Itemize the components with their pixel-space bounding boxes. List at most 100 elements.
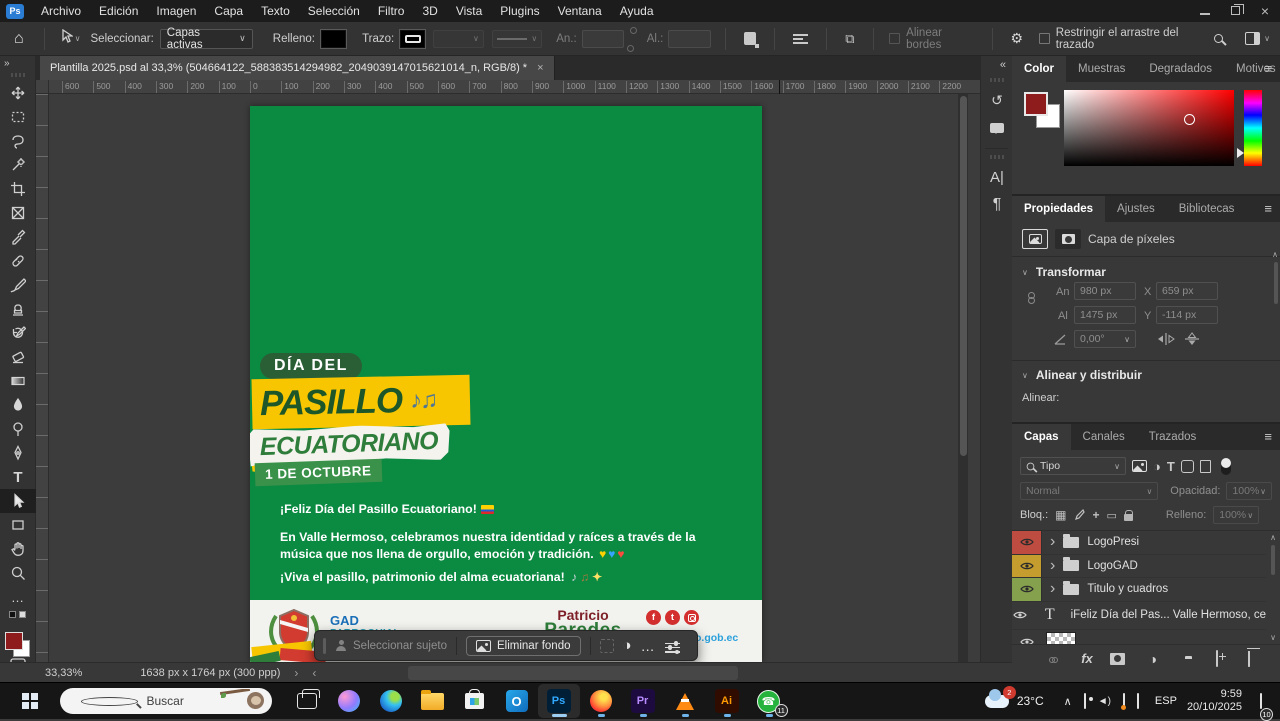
menu-3d[interactable]: 3D — [413, 4, 446, 18]
microsoft-store-button[interactable] — [454, 684, 496, 718]
tray-app-icon[interactable] — [1123, 694, 1125, 708]
copilot-button[interactable] — [328, 684, 370, 718]
quick-selection-tool[interactable] — [0, 153, 36, 177]
toolbar-grip[interactable] — [11, 73, 25, 77]
gear-icon[interactable]: ⚙ — [1011, 30, 1024, 47]
layer-thumbnail[interactable] — [1046, 632, 1076, 644]
taskbar-drag-handle[interactable] — [323, 638, 326, 654]
foreground-color-swatch[interactable] — [5, 632, 31, 658]
default-swap-colors[interactable] — [0, 611, 35, 618]
restore-icon[interactable] — [1220, 4, 1250, 18]
ruler-corner[interactable] — [36, 80, 49, 94]
height-value[interactable]: 1475 px — [1074, 306, 1136, 324]
poster-document[interactable]: DÍA DEL PASILLO ♪♫ ECUATORIANO 1 DE OCTU… — [250, 106, 762, 662]
toolbar-expand-icon[interactable]: » — [0, 56, 35, 69]
new-layer-icon[interactable] — [1206, 651, 1228, 666]
lock-transparency-icon[interactable]: ▦ — [1055, 508, 1066, 522]
eraser-tool[interactable] — [0, 345, 36, 369]
status-arrow-right-icon[interactable]: › — [294, 666, 298, 680]
pen-tool[interactable] — [0, 441, 36, 465]
paragraph-panel-icon[interactable]: ¶ — [981, 191, 1013, 219]
tray-camera-icon[interactable] — [1084, 694, 1086, 708]
weather-icon[interactable]: 2 — [985, 695, 1009, 708]
tab-ajustes[interactable]: Ajustes — [1105, 196, 1167, 222]
blend-mode-dropdown[interactable]: Normal ∨ — [1020, 482, 1158, 500]
layer-effects-icon[interactable]: fx — [1076, 651, 1098, 666]
layer-name[interactable]: iFeliz Día del Pas... Valle Hermoso, ce — [1071, 609, 1266, 621]
history-brush-tool[interactable] — [0, 321, 36, 345]
select-subject-button[interactable]: Seleccionar sujeto — [335, 640, 447, 652]
expand-panels-icon[interactable]: « — [981, 56, 1012, 74]
mask-properties-icon[interactable] — [1055, 229, 1081, 249]
tool-preset-caret-icon[interactable]: ∨ — [75, 34, 81, 43]
color-picker-ring[interactable] — [1184, 114, 1195, 125]
lock-paint-icon[interactable] — [1073, 509, 1085, 521]
delete-layer-icon[interactable] — [1238, 651, 1260, 666]
premiere-button[interactable]: Pr — [622, 684, 664, 718]
expand-group-icon[interactable]: › — [1050, 533, 1055, 551]
network-icon[interactable] — [1137, 694, 1139, 708]
tab-bibliotecas[interactable]: Bibliotecas — [1167, 196, 1247, 222]
tab-degradados[interactable]: Degradados — [1137, 56, 1224, 82]
comments-panel-icon[interactable] — [981, 114, 1013, 142]
shape-options-icon[interactable] — [744, 32, 757, 45]
path-selection-tool[interactable] — [0, 489, 36, 513]
properties-scrollbar[interactable] — [1274, 262, 1278, 304]
tab-close-icon[interactable]: × — [537, 62, 543, 74]
temperature[interactable]: 23°C — [1017, 694, 1044, 708]
menu-texto[interactable]: Texto — [252, 4, 299, 18]
hand-tool[interactable] — [0, 537, 36, 561]
layer-row-logopresi[interactable]: › LogoPresi — [1012, 531, 1266, 555]
expand-group-icon[interactable]: › — [1050, 557, 1055, 575]
scroll-up-icon[interactable]: ∧ — [1272, 250, 1278, 259]
layer-row-partial[interactable] — [1012, 630, 1266, 645]
lock-all-icon[interactable] — [1124, 514, 1133, 521]
menu-filtro[interactable]: Filtro — [369, 4, 414, 18]
layers-scrollbar-thumb[interactable] — [1271, 545, 1275, 575]
workspace-caret-icon[interactable]: ∨ — [1264, 34, 1270, 43]
eyedropper-tool[interactable] — [0, 225, 36, 249]
tab-canales[interactable]: Canales — [1071, 424, 1137, 450]
visibility-eye-icon[interactable] — [1012, 531, 1042, 554]
layer-name[interactable]: LogoPresi — [1087, 536, 1139, 548]
layer-row-titulo[interactable]: › Titulo y cuadros — [1012, 578, 1266, 602]
frame-tool[interactable] — [0, 201, 36, 225]
notifications-icon[interactable]: 10 — [1260, 694, 1262, 708]
horizontal-scrollbar-thumb[interactable] — [408, 666, 738, 680]
layer-row-text[interactable]: T iFeliz Día del Pas... Valle Hermoso, c… — [1012, 602, 1266, 630]
properties-sliders-icon[interactable] — [665, 639, 680, 652]
clone-stamp-tool[interactable] — [0, 297, 36, 321]
stroke-swatch[interactable] — [400, 30, 425, 48]
vertical-scrollbar[interactable] — [958, 94, 968, 662]
layers-scroll-down-icon[interactable]: ∨ — [1270, 633, 1276, 642]
height-input[interactable] — [668, 30, 710, 48]
move-tool[interactable] — [0, 81, 36, 105]
outlook-button[interactable]: O — [496, 684, 538, 718]
hue-slider[interactable] — [1244, 90, 1262, 166]
filter-adjustment-layers-icon[interactable]: ◑ — [1153, 459, 1161, 474]
crop-tool[interactable] — [0, 177, 36, 201]
marquee-tool[interactable] — [0, 105, 36, 129]
tab-muestras[interactable]: Muestras — [1066, 56, 1137, 82]
layer-name[interactable]: LogoGAD — [1087, 560, 1138, 572]
dodge-tool[interactable] — [0, 417, 36, 441]
type-tool[interactable]: T — [0, 465, 36, 489]
y-value[interactable]: -114 px — [1156, 306, 1218, 324]
edge-button[interactable] — [370, 684, 412, 718]
menu-vista[interactable]: Vista — [447, 4, 491, 18]
arrange-icon[interactable]: ⧉ — [845, 31, 854, 47]
vlc-button[interactable] — [664, 684, 706, 718]
photoshop-taskbar-button[interactable]: Ps — [538, 684, 580, 718]
align-icon[interactable] — [793, 32, 808, 46]
menu-ventana[interactable]: Ventana — [549, 4, 611, 18]
more-tools-icon[interactable]: … — [0, 585, 36, 609]
tab-propiedades[interactable]: Propiedades — [1012, 196, 1105, 222]
add-mask-icon[interactable] — [1110, 653, 1132, 665]
lay er-row-logogad[interactable]: › LogoGAD — [1012, 555, 1266, 579]
filter-smart-objects-icon[interactable] — [1200, 460, 1211, 473]
menu-plugins[interactable]: Plugins — [491, 4, 548, 18]
flip-vertical-icon[interactable] — [1184, 332, 1200, 346]
minimize-icon[interactable] — [1190, 4, 1220, 18]
tray-expand-icon[interactable]: ∧ — [1064, 695, 1072, 708]
width-input[interactable] — [582, 30, 624, 48]
